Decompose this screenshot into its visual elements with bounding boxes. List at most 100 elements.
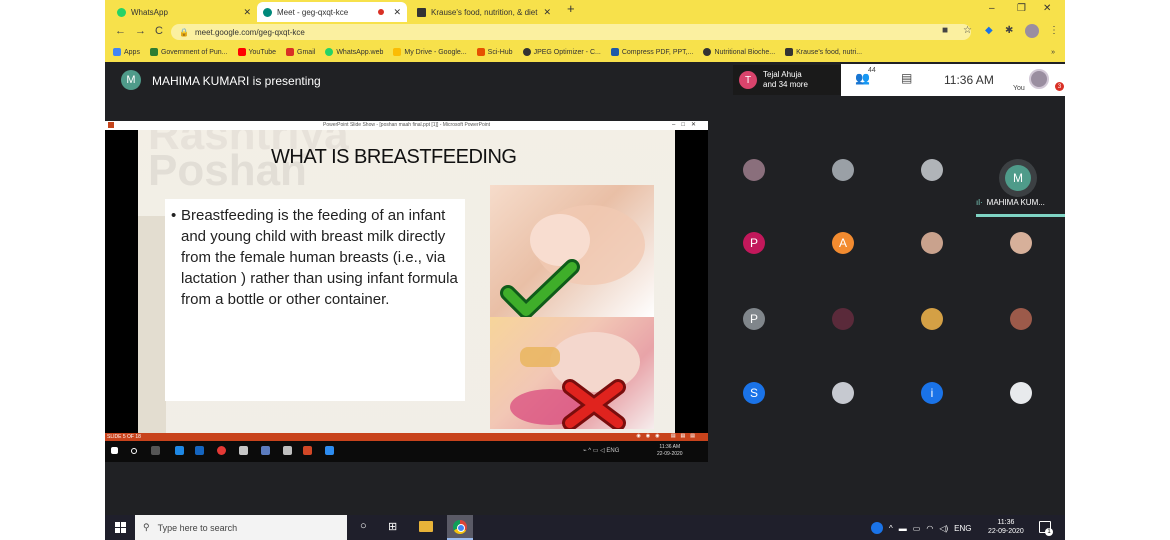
reload-button[interactable]: C: [155, 25, 163, 37]
book-icon: [785, 48, 794, 56]
participant-tile[interactable]: [921, 308, 943, 330]
participant-name: Tejal Ahuja: [763, 70, 802, 79]
participant-tile[interactable]: S: [743, 382, 765, 404]
minimize-button[interactable]: –: [989, 3, 995, 14]
tab-label: Meet - geg-qxqt-kce: [277, 7, 349, 17]
bookmark-krause[interactable]: Krause's food, nutri...: [785, 48, 862, 56]
profile-avatar[interactable]: [1025, 24, 1039, 38]
windows-taskbar: ⚲ Type here to search ○ ⊞ ^ ▬ ▭ ◠ ◁) ENG…: [105, 515, 1065, 540]
new-tab-button[interactable]: +: [567, 1, 575, 16]
presenter-status: MAHIMA KUMARI is presenting: [152, 74, 321, 88]
active-speaker-label: ıl· MAHIMA KUM...: [976, 198, 1045, 207]
chrome-icon: [217, 446, 226, 455]
task-view-icon[interactable]: ⊞: [388, 520, 397, 533]
bookmark-jpeg-optimizer[interactable]: JPEG Optimizer - C...: [522, 48, 601, 56]
help-icon[interactable]: [871, 522, 883, 534]
bookmark-government[interactable]: Government of Pun...: [149, 48, 228, 56]
bookmark-whatsapp-web[interactable]: WhatsApp.web: [325, 48, 383, 56]
participant-tile[interactable]: [921, 159, 943, 181]
participant-card[interactable]: T Tejal Ahuja and 34 more: [733, 65, 843, 95]
active-speaker-name: MAHIMA KUM...: [986, 198, 1045, 207]
kebab-menu-icon[interactable]: ⋮: [1049, 25, 1059, 36]
bottle-feeding-photo: [490, 317, 654, 431]
windows-start-button[interactable]: [115, 522, 126, 533]
close-window-button[interactable]: ✕: [1043, 3, 1051, 14]
outlook-icon: [195, 446, 204, 455]
participant-tile[interactable]: P: [743, 232, 765, 254]
start-pane: [121, 528, 126, 533]
shared-clock: 11:36 AM 22-09-2020: [657, 444, 683, 458]
participant-tile[interactable]: [832, 308, 854, 330]
cortana-icon[interactable]: ○: [360, 520, 367, 532]
participant-tile[interactable]: [1010, 382, 1032, 404]
tab-krause[interactable]: Krause's food, nutrition, & diet th ✕: [411, 2, 557, 22]
notification-count: 1: [1045, 528, 1053, 536]
participant-tile[interactable]: i: [921, 382, 943, 404]
participant-tile[interactable]: [1010, 308, 1032, 330]
more-bookmarks-icon[interactable]: »: [1051, 49, 1055, 56]
windows-start-icon: [111, 447, 118, 454]
camera-icon[interactable]: ■: [942, 25, 948, 36]
participant-names: Tejal Ahuja and 34 more: [763, 70, 808, 90]
browser-tab-strip: WhatsApp ✕ Meet - geg-qxqt-kce ✕ Krause'…: [105, 0, 1065, 22]
slide-number: SLIDE 5 OF 18: [107, 434, 141, 440]
slide: Rashtriya Poshan WHAT IS BREASTFEEDING •…: [138, 130, 675, 433]
bookmark-nutritional-bioche[interactable]: Nutritional Bioche...: [703, 48, 775, 56]
globe-icon: [522, 48, 531, 56]
forward-button[interactable]: →: [135, 25, 146, 37]
wifi-icon[interactable]: ◠: [926, 524, 933, 533]
participant-tile[interactable]: [921, 232, 943, 254]
cortana-icon: [131, 448, 137, 454]
tab-label: WhatsApp: [131, 7, 168, 17]
taskbar-clock[interactable]: 11:36 22-09-2020: [988, 518, 1024, 536]
extension-icon[interactable]: ◆: [985, 25, 993, 36]
address-bar[interactable]: 🔒 meet.google.com/geg-qxqt-kce: [171, 24, 971, 40]
maximize-button[interactable]: ❐: [1017, 3, 1026, 14]
volume-icon[interactable]: ◁): [939, 524, 948, 533]
file-explorer-icon[interactable]: [419, 521, 433, 532]
youtube-icon: [237, 48, 246, 56]
tab-whatsapp[interactable]: WhatsApp ✕: [111, 2, 257, 22]
ppt-view-icons[interactable]: ◉◉◉ ▤▤▤: [636, 433, 700, 439]
chat-icon[interactable]: ▤: [901, 71, 912, 85]
bookmark-my-drive[interactable]: My Drive - Google...: [393, 48, 467, 56]
drive-icon: [393, 48, 402, 56]
close-icon[interactable]: ✕: [243, 7, 251, 18]
participant-tile[interactable]: [743, 159, 765, 181]
network-icon[interactable]: ▬: [899, 524, 907, 533]
participant-tile[interactable]: A: [832, 232, 854, 254]
chrome-taskbar-button[interactable]: [447, 515, 473, 540]
presenter-avatar: M: [121, 70, 141, 90]
photos-icon: [239, 446, 248, 455]
app-icon: [325, 446, 334, 455]
bookmark-star-icon[interactable]: ☆: [963, 25, 972, 36]
bookmark-apps[interactable]: Apps: [113, 48, 140, 56]
recording-icon: [378, 9, 385, 15]
close-icon[interactable]: ✕: [543, 7, 551, 18]
participant-tile[interactable]: [832, 382, 854, 404]
puzzle-icon[interactable]: ✱: [1005, 25, 1013, 36]
language-indicator[interactable]: ENG: [954, 524, 971, 533]
participant-tile[interactable]: [832, 159, 854, 181]
self-avatar[interactable]: [1029, 69, 1049, 89]
participant-tile[interactable]: [1010, 232, 1032, 254]
close-icon[interactable]: ✕: [393, 7, 401, 18]
search-icon: ⚲: [143, 522, 150, 532]
bookmark-sci-hub[interactable]: Sci-Hub: [476, 48, 513, 56]
app-icon: [283, 446, 292, 455]
meet-header: M MAHIMA KUMARI is presenting T Tejal Ah…: [105, 62, 1065, 98]
bookmark-youtube[interactable]: YouTube: [237, 48, 276, 56]
participant-tile[interactable]: P: [743, 308, 765, 330]
participant-tile[interactable]: M: [1005, 165, 1031, 191]
start-pane: [115, 522, 120, 527]
chevron-up-icon[interactable]: ^: [889, 524, 893, 533]
taskbar-search[interactable]: ⚲ Type here to search: [135, 515, 347, 540]
back-button[interactable]: ←: [115, 25, 126, 37]
battery-icon[interactable]: ▭: [913, 524, 921, 533]
tab-label: Krause's food, nutrition, & diet th: [431, 7, 539, 17]
bookmark-compress-pdf[interactable]: Compress PDF, PPT,...: [610, 48, 693, 56]
tab-meet[interactable]: Meet - geg-qxqt-kce ✕: [257, 2, 407, 22]
bookmark-gmail[interactable]: Gmail: [286, 48, 315, 56]
browser-toolbar: ← → C 🔒 meet.google.com/geg-qxqt-kce ■ ☆…: [105, 22, 1065, 42]
start-pane: [115, 528, 120, 533]
